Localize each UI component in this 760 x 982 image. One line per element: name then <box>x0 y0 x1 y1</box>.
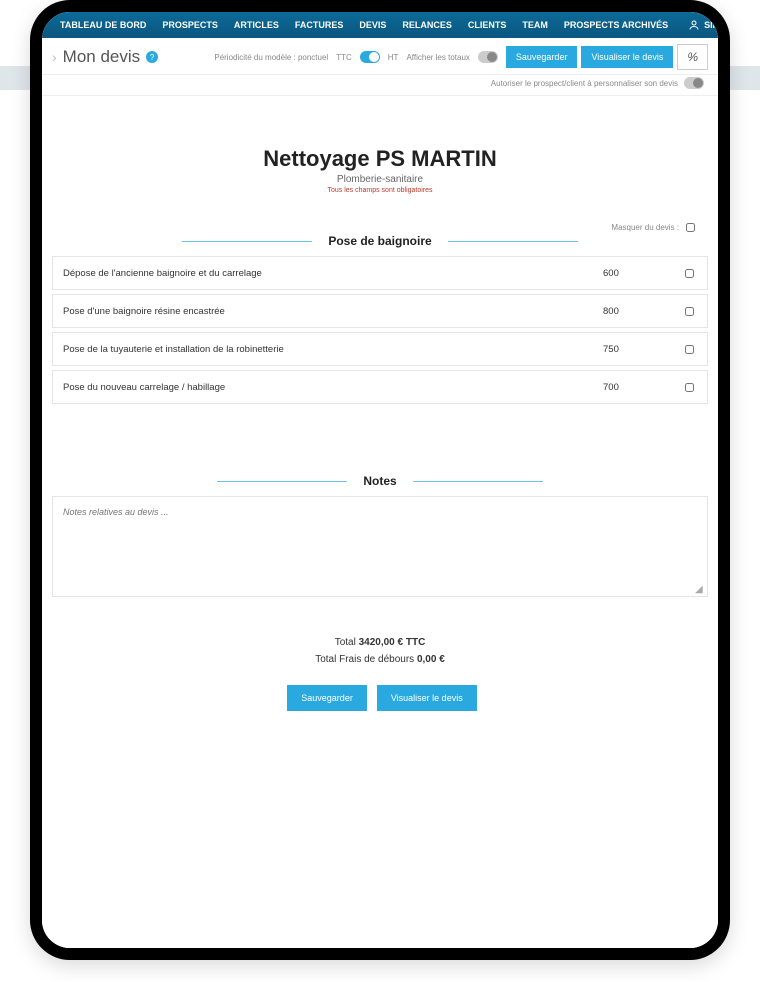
nav-dashboard[interactable]: TABLEAU DE BORD <box>52 20 154 30</box>
section-notes: Notes ◢ <box>52 474 708 597</box>
main-nav: TABLEAU DE BORD PROSPECTS ARTICLES FACTU… <box>42 12 718 38</box>
notes-textarea[interactable] <box>61 505 699 585</box>
quote-header: Nettoyage PS MARTIN Plomberie-sanitaire … <box>52 146 708 194</box>
total-line: Total 3420,00 € TTC <box>52 637 708 648</box>
fees-value: 0,00 € <box>417 654 445 665</box>
fees-label: Total Frais de débours <box>315 654 414 665</box>
quote-subtitle: Plomberie-sanitaire <box>52 174 708 185</box>
page-title: Mon devis <box>63 47 140 67</box>
line-item-price[interactable]: 750 <box>603 344 673 355</box>
line-item-desc[interactable]: Dépose de l'ancienne baignoire et du car… <box>63 268 593 279</box>
sub-toolbar: Autoriser le prospect/client à personnal… <box>42 75 718 96</box>
line-item-checkbox[interactable] <box>685 383 694 392</box>
section-line-left <box>217 481 347 482</box>
nav-team[interactable]: TEAM <box>514 20 556 30</box>
save-button-top[interactable]: Sauvegarder <box>506 46 578 68</box>
nav-prospects[interactable]: PROSPECTS <box>154 20 226 30</box>
line-item-desc[interactable]: Pose d'une baignoire résine encastrée <box>63 306 593 317</box>
line-item-checkbox[interactable] <box>685 345 694 354</box>
line-item-desc[interactable]: Pose de la tuyauterie et installation de… <box>63 344 593 355</box>
show-totals-toggle[interactable] <box>478 51 498 63</box>
line-item-price[interactable]: 700 <box>603 382 673 393</box>
section-items: Masquer du devis : Pose de baignoire Dép… <box>52 234 708 404</box>
section-title: Pose de baignoire <box>328 234 431 248</box>
user-icon <box>688 19 700 31</box>
nav-invoices[interactable]: FACTURES <box>287 20 352 30</box>
resize-handle-icon[interactable]: ◢ <box>695 584 705 594</box>
user-name: SIMON <box>704 20 730 30</box>
save-button-bottom[interactable]: Sauvegarder <box>287 685 367 711</box>
line-item-checkbox[interactable] <box>685 269 694 278</box>
notes-title: Notes <box>363 474 396 488</box>
ttc-label: TTC <box>336 53 352 62</box>
show-totals-label: Afficher les totaux <box>406 53 469 62</box>
ht-label: HT <box>388 53 399 62</box>
section-header: Pose de baignoire <box>52 234 708 248</box>
total-label: Total <box>335 637 356 648</box>
percent-button[interactable]: % <box>677 44 708 70</box>
totals: Total 3420,00 € TTC Total Frais de débou… <box>52 637 708 665</box>
fees-line: Total Frais de débours 0,00 € <box>52 654 708 665</box>
section-line-right <box>413 481 543 482</box>
periodicity-label: Périodicité du modèle : ponctuel <box>214 53 328 62</box>
total-value: 3420,00 € TTC <box>359 637 426 648</box>
mask-quote: Masquer du devis : <box>611 220 698 235</box>
line-item-price[interactable]: 600 <box>603 268 673 279</box>
line-item-checkbox[interactable] <box>685 307 694 316</box>
tablet-camera <box>355 5 405 11</box>
nav-archived[interactable]: PROSPECTS ARCHIVÉS <box>556 20 676 30</box>
back-chevron-icon[interactable]: › <box>52 49 57 65</box>
line-item-desc[interactable]: Pose du nouveau carrelage / habillage <box>63 382 593 393</box>
help-icon[interactable]: ? <box>146 51 158 63</box>
nav-clients[interactable]: CLIENTS <box>460 20 515 30</box>
user-menu[interactable]: SIMON <box>688 19 730 31</box>
nav-quotes[interactable]: DEVIS <box>351 20 394 30</box>
line-item: Dépose de l'ancienne baignoire et du car… <box>52 256 708 290</box>
mask-quote-checkbox[interactable] <box>686 223 695 232</box>
nav-articles[interactable]: ARTICLES <box>226 20 287 30</box>
mask-quote-label: Masquer du devis : <box>611 223 679 232</box>
content: Nettoyage PS MARTIN Plomberie-sanitaire … <box>42 96 718 948</box>
line-item: Pose d'une baignoire résine encastrée 80… <box>52 294 708 328</box>
quote-title: Nettoyage PS MARTIN <box>52 146 708 172</box>
line-item-price[interactable]: 800 <box>603 306 673 317</box>
toolbar: › Mon devis ? Périodicité du modèle : po… <box>42 38 718 75</box>
required-note: Tous les champs sont obligatoires <box>52 187 708 194</box>
nav-reminders[interactable]: RELANCES <box>394 20 460 30</box>
line-item: Pose de la tuyauterie et installation de… <box>52 332 708 366</box>
allow-client-toggle[interactable] <box>684 77 704 89</box>
view-quote-button-bottom[interactable]: Visualiser le devis <box>377 685 477 711</box>
section-line-right <box>448 241 578 242</box>
ttc-ht-toggle[interactable] <box>360 51 380 63</box>
view-quote-button-top[interactable]: Visualiser le devis <box>581 46 673 68</box>
allow-client-label: Autoriser le prospect/client à personnal… <box>491 79 678 88</box>
line-item: Pose du nouveau carrelage / habillage 70… <box>52 370 708 404</box>
app: TABLEAU DE BORD PROSPECTS ARTICLES FACTU… <box>42 12 718 948</box>
notes-box: ◢ <box>52 496 708 597</box>
footer-buttons: Sauvegarder Visualiser le devis <box>52 685 708 711</box>
section-line-left <box>182 241 312 242</box>
notes-header: Notes <box>52 474 708 488</box>
tablet-frame: TABLEAU DE BORD PROSPECTS ARTICLES FACTU… <box>30 0 730 960</box>
